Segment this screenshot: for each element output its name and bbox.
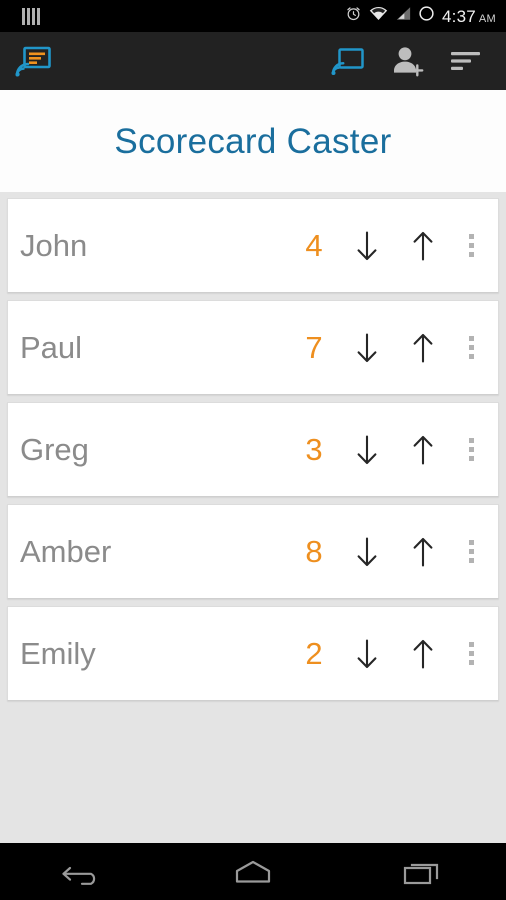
- app-content: Scorecard Caster John 4 Paul 7 Greg 3 Am…: [0, 90, 506, 843]
- clock-ampm: AM: [478, 12, 496, 25]
- action-bar-actions: [331, 46, 494, 77]
- title-band: Scorecard Caster: [0, 90, 506, 192]
- overflow-menu-icon[interactable]: [460, 428, 482, 472]
- player-name: Emily: [20, 636, 96, 671]
- status-bar-clock: 4:37 AM: [442, 8, 496, 25]
- player-name: Paul: [20, 330, 83, 365]
- back-button[interactable]: [29, 843, 139, 900]
- status-bar-left: [10, 7, 40, 25]
- increment-score-icon[interactable]: [404, 530, 442, 574]
- player-card[interactable]: Amber 8: [7, 504, 499, 599]
- player-card[interactable]: Paul 7: [7, 300, 499, 395]
- player-score[interactable]: 2: [304, 638, 324, 669]
- player-name: Greg: [20, 432, 89, 467]
- decrement-score-icon[interactable]: [348, 428, 386, 472]
- player-score[interactable]: 8: [304, 536, 324, 567]
- player-name: Amber: [20, 534, 112, 569]
- overflow-menu-icon[interactable]: [460, 530, 482, 574]
- decrement-score-icon[interactable]: [348, 326, 386, 370]
- decrement-score-icon[interactable]: [348, 530, 386, 574]
- scorecard-caster-logo-icon[interactable]: [14, 45, 52, 78]
- player-name: John: [20, 228, 88, 263]
- player-score[interactable]: 3: [304, 434, 324, 465]
- android-device-screen: 4:37 AM Scorecard Caster John 4 Paul 7 G…: [0, 0, 506, 900]
- overflow-menu-icon[interactable]: [460, 224, 482, 268]
- alarm-icon: [345, 5, 362, 27]
- overflow-menu-icon[interactable]: [460, 632, 482, 676]
- clock-time: 4:37: [442, 6, 476, 26]
- status-bar: 4:37 AM: [0, 0, 506, 32]
- action-bar: [0, 32, 506, 90]
- wifi-icon: [369, 6, 388, 26]
- battery-circle-icon: [418, 5, 435, 27]
- increment-score-icon[interactable]: [404, 224, 442, 268]
- increment-score-icon[interactable]: [404, 326, 442, 370]
- cast-icon[interactable]: [331, 47, 365, 76]
- player-score[interactable]: 4: [304, 230, 324, 261]
- notification-bars-icon: [22, 7, 40, 25]
- increment-score-icon[interactable]: [404, 428, 442, 472]
- player-card[interactable]: Greg 3: [7, 402, 499, 497]
- page-title: Scorecard Caster: [114, 121, 392, 161]
- overflow-menu-icon[interactable]: [460, 326, 482, 370]
- player-score[interactable]: 7: [304, 332, 324, 363]
- system-navigation-bar: [0, 843, 506, 900]
- add-person-icon[interactable]: [391, 46, 424, 77]
- decrement-score-icon[interactable]: [348, 224, 386, 268]
- player-card[interactable]: John 4: [7, 198, 499, 293]
- player-card[interactable]: Emily 2: [7, 606, 499, 701]
- increment-score-icon[interactable]: [404, 632, 442, 676]
- recents-button[interactable]: [367, 843, 477, 900]
- cellular-signal-icon: [395, 6, 411, 26]
- status-bar-right: 4:37 AM: [345, 5, 496, 27]
- home-button[interactable]: [198, 843, 308, 900]
- sort-icon[interactable]: [450, 50, 482, 72]
- player-score-list: John 4 Paul 7 Greg 3 Amber 8 Emily 2: [0, 192, 506, 701]
- decrement-score-icon[interactable]: [348, 632, 386, 676]
